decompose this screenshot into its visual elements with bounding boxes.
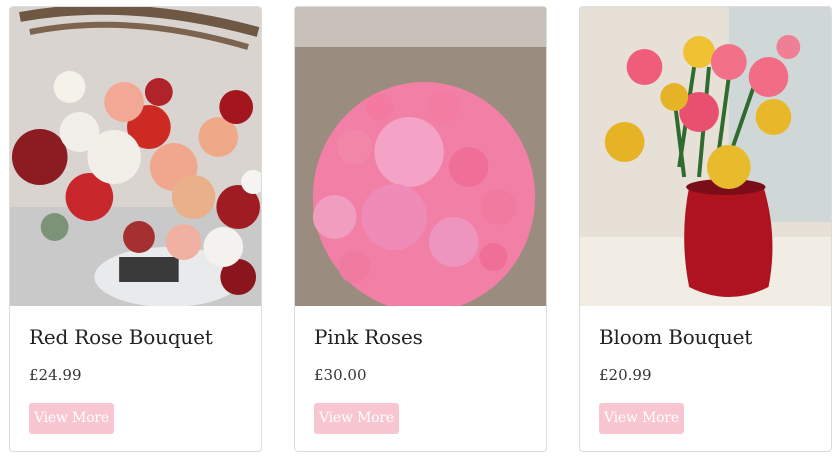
view-more-button[interactable]: View More (314, 403, 399, 434)
product-image-bloom-bouquet[interactable] (580, 7, 831, 306)
product-image-red-rose-bouquet[interactable] (10, 7, 261, 306)
product-title[interactable]: Pink Roses (314, 325, 423, 349)
product-price: £24.99 (29, 366, 82, 384)
product-card: Red Rose Bouquet £24.99 View More (9, 6, 262, 452)
view-more-button[interactable]: View More (29, 403, 114, 434)
product-image-pink-roses[interactable] (295, 7, 546, 306)
product-title[interactable]: Bloom Bouquet (599, 325, 752, 349)
product-card: Bloom Bouquet £20.99 View More (579, 6, 832, 452)
view-more-button[interactable]: View More (599, 403, 684, 434)
product-title[interactable]: Red Rose Bouquet (29, 325, 213, 349)
product-price: £30.00 (314, 366, 367, 384)
product-card: Pink Roses £30.00 View More (294, 6, 547, 452)
product-price: £20.99 (599, 366, 652, 384)
